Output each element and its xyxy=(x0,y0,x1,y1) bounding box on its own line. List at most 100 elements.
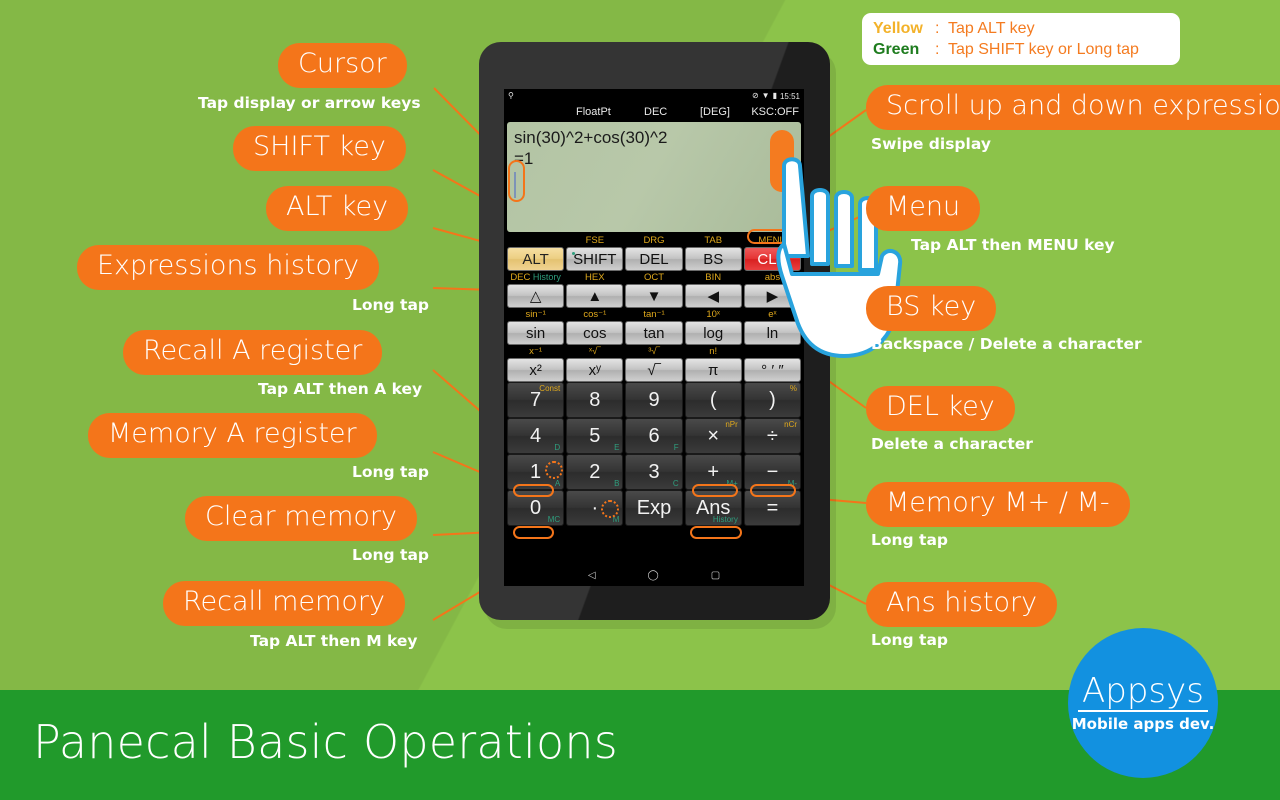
key-alt-label: 10ˣ xyxy=(706,309,721,320)
android-nav-bar: ◁ ◯ ▢ xyxy=(504,566,804,586)
key-label: ALT xyxy=(522,250,549,268)
key-5[interactable]: 5E xyxy=(566,418,624,454)
key-alt-label: sin⁻¹ xyxy=(525,309,546,320)
home-icon[interactable]: ◯ xyxy=(648,571,659,581)
key-alt[interactable]: ALT xyxy=(507,247,565,271)
battery-icon: ▮ xyxy=(772,91,777,100)
callout-memory-a-register: Memory A register xyxy=(88,413,377,458)
legend-sep-yellow: : xyxy=(935,20,940,37)
key-exp[interactable]: Exp xyxy=(625,490,683,526)
key-label: log xyxy=(703,324,724,342)
mode-ksc[interactable]: KSC:OFF xyxy=(751,106,799,118)
calculator-keypad[interactable]: ALT FSE SHIFT DRG DEL TAB BS MENU CLR DEC History… xyxy=(504,234,804,566)
key-alt-label: HEX xyxy=(585,272,605,283)
keypad-cell: 0 MC xyxy=(506,490,565,526)
page-title: Panecal Basic Operations xyxy=(33,715,618,769)
mode-angle[interactable]: [DEG] xyxy=(700,106,730,118)
key-[interactable]: ◀ xyxy=(684,284,742,308)
callout-cursor-sub: Tap display or arrow keys xyxy=(198,94,421,112)
key-label: x² xyxy=(529,361,542,379)
key-6[interactable]: 6F xyxy=(625,418,683,454)
keypad-cell: x⁻¹ x² xyxy=(506,345,565,382)
appsys-badge-tagline: Mobile apps dev. xyxy=(1071,715,1215,733)
calculator-display[interactable]: sin(30)^2+cos(30)^2 =1 xyxy=(507,122,801,232)
key-3[interactable]: 3C xyxy=(625,454,683,490)
key-label: 4 xyxy=(530,424,542,447)
key-log[interactable]: log xyxy=(684,321,742,345)
key-9[interactable]: 9 xyxy=(625,382,683,418)
key-secondary-label: E xyxy=(614,443,620,452)
key-label: cos xyxy=(583,324,607,342)
callout-recall-memory-sub: Tap ALT then M key xyxy=(250,632,418,650)
legend-value-green: Tap SHIFT key or Long tap xyxy=(948,41,1139,58)
key-label: 5 xyxy=(589,424,601,447)
key-[interactable]: ▲ xyxy=(566,284,624,308)
wifi-icon: ▼ xyxy=(761,91,770,100)
key-0[interactable]: 0 MC xyxy=(507,490,565,526)
callout-memory-a-register-sub: Long tap xyxy=(352,463,430,481)
callout-clear-memory: Clear memory xyxy=(185,496,418,541)
poster-canvas: Yellow : Tap ALT key Green : Tap SHIFT k… xyxy=(0,0,1280,800)
key-x[interactable]: x² xyxy=(507,358,565,382)
key-[interactable]: ▼ xyxy=(625,284,683,308)
mode-base[interactable]: DEC xyxy=(644,106,667,118)
display-result: =1 xyxy=(514,149,534,168)
key-label: 8 xyxy=(589,388,601,411)
recents-icon[interactable]: ▢ xyxy=(711,571,720,581)
key-[interactable]: = xyxy=(743,490,802,526)
key-shift[interactable]: SHIFT xyxy=(566,247,624,271)
key-[interactable]: √‾ xyxy=(625,358,683,382)
callout-menu-sub: Tap ALT then MENU key xyxy=(911,236,1115,254)
key-label: 2 xyxy=(589,460,601,483)
keypad-cell: − M- xyxy=(743,454,802,490)
key-1[interactable]: 1A xyxy=(507,454,565,490)
device-screen: ⚲ ⊘ ▼ ▮ 15:51 FloatPt DEC [DEG] KSC:OFF … xyxy=(504,89,804,586)
key-label: 9 xyxy=(648,388,660,411)
key-cos[interactable]: cos xyxy=(566,321,624,345)
key-label: − xyxy=(766,460,779,483)
key-bs[interactable]: BS xyxy=(684,247,742,271)
key-[interactable]: − M- xyxy=(743,454,802,490)
legend-value-yellow: Tap ALT key xyxy=(948,20,1035,37)
keypad-cell: 6F xyxy=(624,418,683,454)
key-alt-label: x⁻¹ xyxy=(529,346,543,357)
key-ans[interactable]: Ans History xyxy=(684,490,742,526)
key-4[interactable]: 4D xyxy=(507,418,565,454)
callout-expressions-history-sub: Long tap xyxy=(352,296,430,314)
callout-expressions-history: Expressions history xyxy=(77,245,380,290)
key-label: tan xyxy=(643,324,665,342)
key-7[interactable]: 7 Const xyxy=(507,382,565,418)
callout-del-key-sub: Delete a character xyxy=(871,435,1033,453)
key-[interactable]: ÷ nCr xyxy=(743,418,802,454)
keypad-cell: Exp xyxy=(624,490,683,526)
key-alt-label: TAB xyxy=(704,235,723,246)
mode-float[interactable]: FloatPt xyxy=(576,106,611,118)
key-8[interactable]: 8 xyxy=(566,382,624,418)
key-2[interactable]: 2B xyxy=(566,454,624,490)
key-[interactable]: π xyxy=(684,358,742,382)
key-[interactable]: · M xyxy=(566,490,624,526)
key-del[interactable]: DEL xyxy=(625,247,683,271)
key-[interactable]: ( xyxy=(684,382,742,418)
keypad-cell: 9 xyxy=(624,382,683,418)
key-label: 3 xyxy=(648,460,660,483)
callout-bs-key: BS key xyxy=(866,286,997,331)
key-label: ◀ xyxy=(707,288,719,305)
key-tan[interactable]: tan xyxy=(625,321,683,345)
key-x[interactable]: xʸ xyxy=(566,358,624,382)
key-alt-label: cos⁻¹ xyxy=(583,309,607,320)
key-[interactable]: )% xyxy=(743,382,802,418)
keypad-cell: 8 xyxy=(565,382,624,418)
callout-alt-key: ALT key xyxy=(266,186,409,231)
key-sin[interactable]: sin xyxy=(507,321,565,345)
keypad-row: ALT FSE SHIFT DRG DEL TAB BS MENU CLR xyxy=(506,234,802,271)
keypad-row: DEC History △ HEX ▲ OCT ▼ BIN ◀ abs ▶ xyxy=(506,271,802,308)
key-label: BS xyxy=(703,250,724,268)
key-[interactable]: × nPr xyxy=(684,418,742,454)
key-[interactable]: △ xyxy=(507,284,565,308)
back-icon[interactable]: ◁ xyxy=(588,571,596,581)
callout-ans-history-sub: Long tap xyxy=(871,631,949,649)
key-+[interactable]: + M+ xyxy=(684,454,742,490)
callout-recall-a-register: Recall A register xyxy=(123,330,383,375)
key-alt-label: DEC History xyxy=(510,272,561,283)
